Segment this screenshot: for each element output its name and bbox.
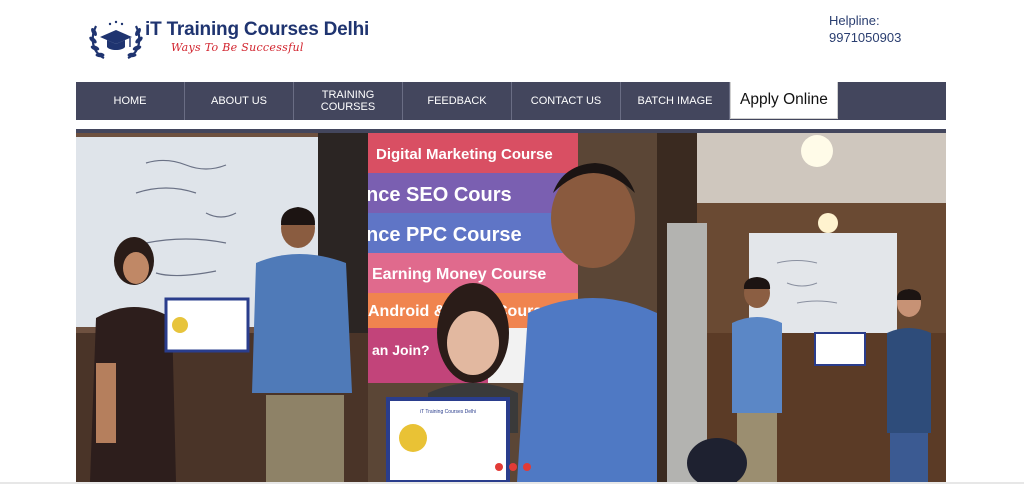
brand-title: iT Training Courses Delhi <box>145 19 370 40</box>
helpline-number[interactable]: 9971050903 <box>829 29 901 46</box>
slide-photo-banner-selfie: Digital Marketing Course nce SEO Cours n… <box>368 133 657 482</box>
banner-line-1: Digital Marketing Course <box>376 146 553 163</box>
certificate-heading: iT Training Courses Delhi <box>420 409 476 415</box>
nav-item-home[interactable]: HOME <box>76 82 185 120</box>
slide-photo-classroom-left <box>76 133 368 482</box>
brand-tagline: Ways To Be Successful <box>171 41 304 54</box>
nav-item-batch-image[interactable]: BATCH IMAGE <box>621 82 730 120</box>
nav-item-feedback[interactable]: FEEDBACK <box>403 82 512 120</box>
slide-photo-classroom-right <box>657 133 946 482</box>
helpline: Helpline: 9971050903 <box>829 12 901 46</box>
nav-item-contact-us[interactable]: CONTACT US <box>512 82 621 120</box>
banner-line-3: nce PPC Course <box>368 224 522 246</box>
slider-dot-3[interactable] <box>523 463 531 471</box>
banner-line-4: Earning Money Course <box>372 266 546 283</box>
slider-pagination <box>495 463 531 471</box>
banner-line-2: nce SEO Cours <box>368 184 512 206</box>
helpline-label: Helpline: <box>829 13 880 28</box>
main-nav: HOME ABOUT US TRAINING COURSES FEEDBACK … <box>76 82 946 120</box>
slider-dot-1[interactable] <box>495 463 503 471</box>
batch-image-slider[interactable]: Digital Marketing Course nce SEO Cours n… <box>76 133 946 482</box>
nav-item-about-us[interactable]: ABOUT US <box>185 82 294 120</box>
apply-online-button[interactable]: Apply Online <box>730 82 838 119</box>
slider-dot-2[interactable] <box>509 463 517 471</box>
site-logo[interactable]: iT Training Courses Delhi Ways To Be Suc… <box>88 16 369 62</box>
banner-line-7: an Join? <box>372 342 430 358</box>
graduation-cap-laurel-icon <box>89 20 143 59</box>
nav-item-training-courses[interactable]: TRAINING COURSES <box>294 82 403 120</box>
